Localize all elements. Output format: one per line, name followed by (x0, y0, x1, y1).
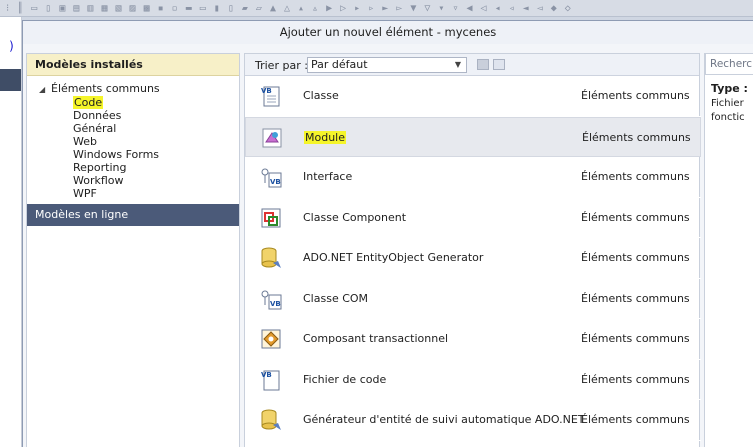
online-templates-header[interactable]: Modèles en ligne (27, 204, 239, 226)
template-name: Fichier de code (303, 372, 387, 386)
database-generator-icon (261, 247, 281, 268)
type-label: Type : (711, 82, 748, 95)
add-new-item-dialog: Ajouter un nouvel élément - mycenes Modè… (22, 20, 753, 447)
template-item-class[interactable]: VB Classe Éléments communs (245, 76, 701, 117)
code-glyph: ) (8, 39, 16, 53)
database-generator-icon (261, 409, 281, 430)
tree-item-label: Code (73, 96, 104, 109)
ide-code-gutter: ) (0, 17, 22, 447)
template-category: Éléments communs (581, 291, 690, 305)
ide-dark-block (0, 69, 21, 91)
template-item-component-class[interactable]: Classe Component Éléments communs (245, 198, 701, 238)
list-view-icon[interactable] (493, 59, 505, 70)
class-icon: VB (261, 86, 280, 107)
template-description-line: fonctic (711, 112, 745, 123)
template-category: Éléments communs (581, 251, 690, 264)
template-name: ADO.NET EntityObject Generator (303, 251, 484, 264)
interface-icon: VB (261, 168, 282, 188)
tree-item-label: Web (73, 135, 97, 148)
dialog-title: Ajouter un nouvel élément - mycenes (23, 21, 753, 44)
template-details-pane: Recherc Type : Fichier fonctic (704, 53, 753, 447)
svg-text:VB: VB (261, 87, 272, 95)
expand-arrow-icon[interactable]: ◢ (39, 83, 51, 96)
template-item-transaction-component[interactable]: Composant transactionnel Éléments commun… (245, 319, 701, 360)
template-item-entityobject-generator[interactable]: ADO.NET EntityObject Generator Éléments … (245, 238, 701, 279)
com-class-icon: VB (261, 290, 282, 309)
sort-bar: Trier par : Par défaut ▼ (245, 54, 699, 76)
template-list-pane: Trier par : Par défaut ▼ VB Classe Éléme… (244, 53, 701, 447)
tree-item-code[interactable]: Code (39, 96, 239, 109)
template-categories-pane: Modèles installés ◢ Éléments communs Code… (26, 53, 240, 447)
svg-text:VB: VB (270, 300, 281, 308)
template-name: Classe COM (303, 291, 369, 305)
code-file-icon: VB (261, 370, 280, 390)
template-category: Éléments communs (581, 89, 690, 102)
svg-text:VB: VB (261, 371, 272, 379)
small-icons-view-icon[interactable] (477, 59, 489, 70)
template-name: Interface (303, 170, 353, 183)
ide-toolbar: ⁝ ║ ▭ ▯ ▣ ▤ ▥ ▦ ▧ ▨ ▩ ▪ ▫ ▬ ▭ ▮ ▯ ▰ ▱ ▲ … (0, 0, 753, 17)
tree-item-label: Reporting (73, 161, 127, 174)
tree-item-windows-forms[interactable]: Windows Forms (39, 148, 239, 161)
tree-item-label: Général (73, 122, 117, 135)
template-list: VB Classe Éléments communs Module Élémen… (245, 76, 701, 441)
template-item-self-tracking-entity-generator[interactable]: Générateur d'entité de suivi automatique… (245, 400, 701, 441)
transaction-component-icon (261, 329, 281, 349)
template-item-com-class[interactable]: VB Classe COM Éléments communs (245, 279, 701, 319)
module-icon (262, 128, 282, 147)
installed-templates-header[interactable]: Modèles installés (27, 54, 239, 76)
template-name: Module (304, 130, 346, 144)
component-icon (261, 208, 281, 227)
tree-item-common-items[interactable]: ◢ Éléments communs (39, 82, 239, 95)
category-tree: ◢ Éléments communs Code Données Général W… (27, 76, 239, 204)
tree-item-label: WPF (73, 187, 97, 200)
tree-item-data[interactable]: Données (39, 109, 239, 122)
template-category: Éléments communs (581, 413, 690, 426)
search-templates-input[interactable]: Recherc (705, 53, 753, 75)
chevron-down-icon: ▼ (454, 60, 461, 69)
tree-item-workflow[interactable]: Workflow (39, 174, 239, 187)
template-category: Éléments communs (581, 210, 690, 224)
sort-label: Trier par : (255, 59, 308, 72)
sort-selected-value: Par défaut (311, 58, 368, 71)
tree-item-wpf[interactable]: WPF (39, 187, 239, 200)
template-name: Classe (303, 89, 339, 102)
toolbar-icons: ⁝ ║ ▭ ▯ ▣ ▤ ▥ ▦ ▧ ▨ ▩ ▪ ▫ ▬ ▭ ▮ ▯ ▰ ▱ ▲ … (6, 3, 572, 14)
template-category: Éléments communs (581, 170, 690, 183)
template-description-line: Fichier (711, 98, 744, 109)
tree-item-label: Workflow (73, 174, 124, 187)
template-item-module[interactable]: Module Éléments communs (245, 116, 701, 157)
svg-text:VB: VB (270, 178, 281, 186)
tree-item-label: Windows Forms (73, 148, 160, 161)
tree-item-label: Données (73, 109, 122, 122)
tree-item-label: Éléments communs (51, 82, 160, 95)
template-item-interface[interactable]: VB Interface Éléments communs (245, 157, 701, 198)
tree-item-web[interactable]: Web (39, 135, 239, 148)
template-name: Composant transactionnel (303, 332, 449, 345)
template-item-code-file[interactable]: VB Fichier de code Éléments communs (245, 360, 701, 400)
template-category: Éléments communs (581, 372, 690, 386)
template-name: Classe Component (303, 210, 407, 224)
sort-dropdown[interactable]: Par défaut ▼ (307, 57, 467, 73)
template-category: Éléments communs (581, 332, 690, 345)
template-category: Éléments communs (582, 130, 691, 144)
tree-item-general[interactable]: Général (39, 122, 239, 135)
tree-item-reporting[interactable]: Reporting (39, 161, 239, 174)
template-name: Générateur d'entité de suivi automatique… (303, 413, 585, 426)
